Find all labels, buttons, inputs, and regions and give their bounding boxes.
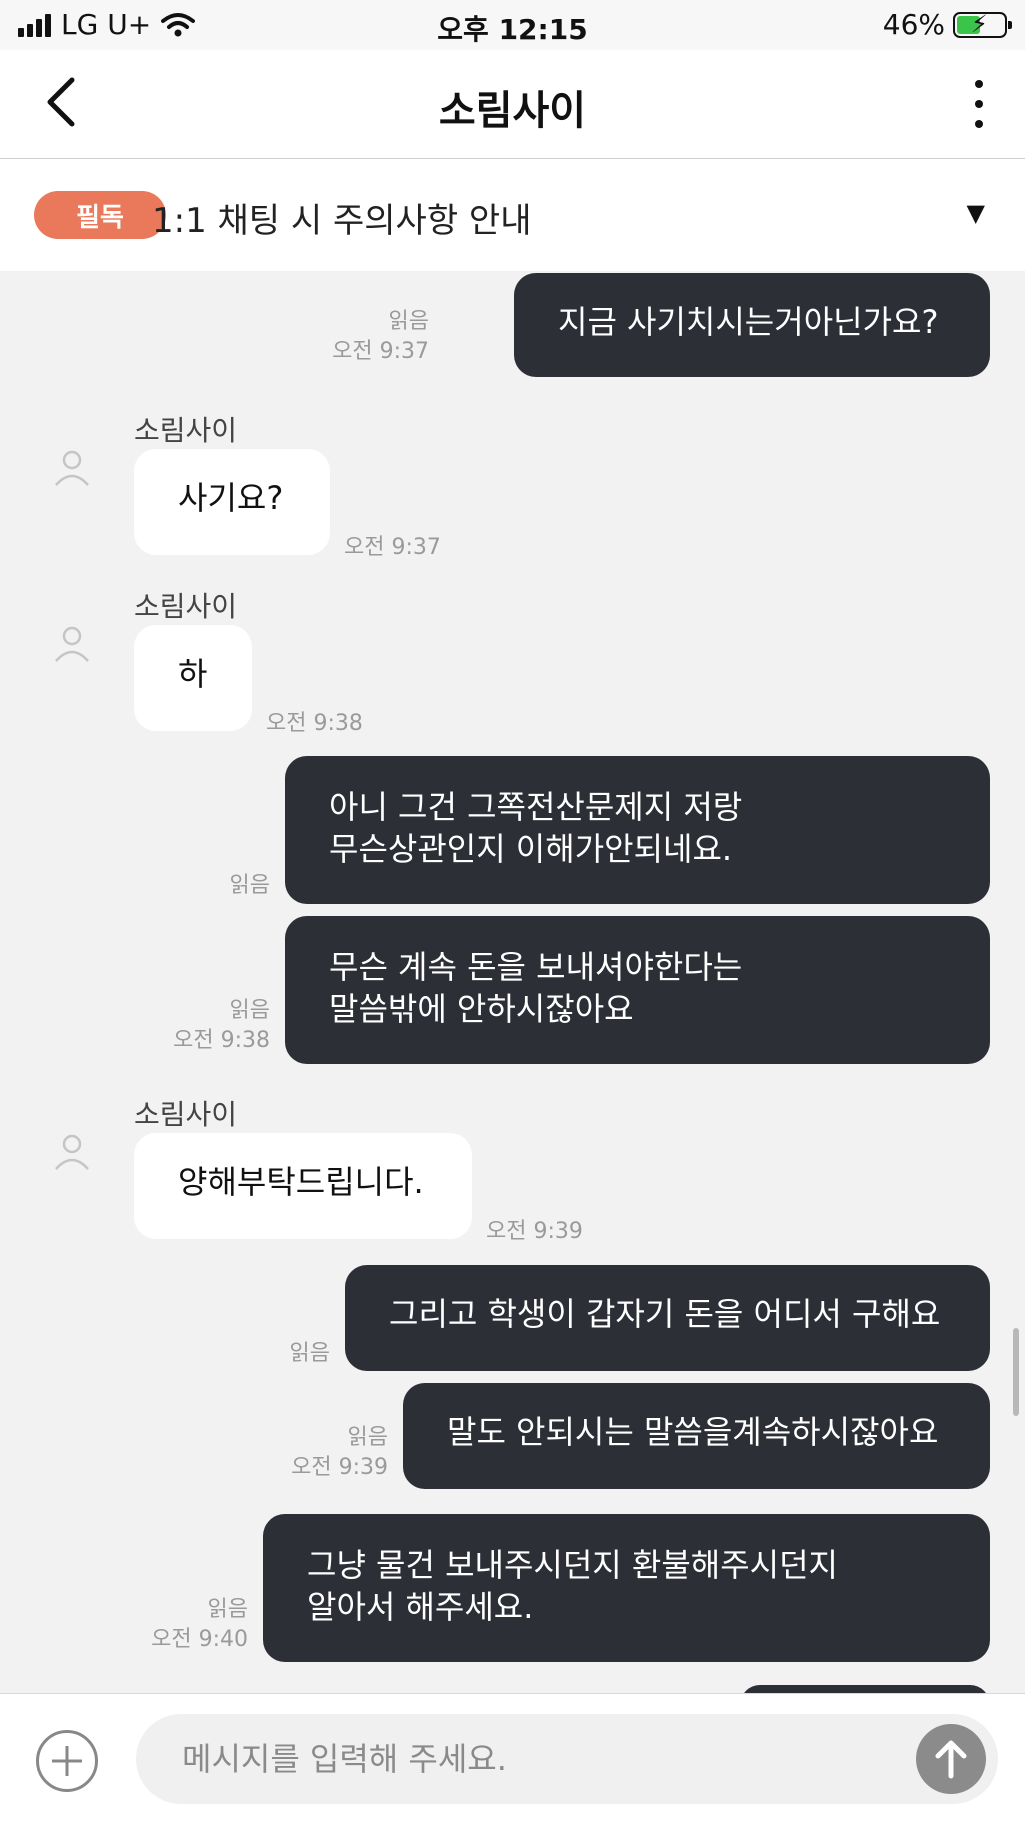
must-read-badge: 필독	[34, 191, 166, 239]
send-button[interactable]	[916, 1724, 986, 1794]
input-bar	[0, 1693, 1025, 1823]
outgoing-message[interactable]: 지금 사기치시는거아닌가요?	[514, 273, 990, 377]
chat-area[interactable]: 지금 사기치시는거아닌가요? 읽음 오전 9:37 소림사이 사기요? 오전 9…	[0, 271, 1025, 1693]
read-receipt: 읽음	[289, 1341, 330, 1366]
user-icon[interactable]	[52, 1131, 92, 1171]
read-receipt: 읽음	[207, 1597, 248, 1622]
outgoing-message[interactable]: 그냥 물건 보내주시던지 환불해주시던지 알아서 해주세요.	[263, 1514, 990, 1662]
message-text: 양해부탁드립니다.	[178, 1163, 424, 1201]
message-text: 무슨 계속 돈을 보내셔야한다는	[329, 948, 743, 986]
timestamp: 오전 9:40	[151, 1627, 248, 1652]
message-meta: 읽음 오전 9:39	[291, 1423, 388, 1483]
message-text: 알아서 해주세요.	[307, 1588, 534, 1626]
outgoing-message[interactable]: 그리고 학생이 갑자기 돈을 어디서 구해요	[345, 1265, 990, 1371]
message-meta: 읽음 오전 9:37	[332, 307, 429, 367]
battery-percent: 46%	[882, 8, 945, 41]
timestamp: 오전 9:39	[486, 1219, 583, 1244]
timestamp: 오전 9:38	[173, 1028, 270, 1053]
message-meta: 읽음	[230, 871, 270, 901]
message-meta: 읽음 오전 9:38	[173, 996, 270, 1056]
battery-icon: ⚡	[953, 10, 1012, 38]
read-receipt: 읽음	[347, 1425, 388, 1450]
chat-header: 소림사이	[0, 50, 1025, 159]
notice-text: 1:1 채팅 시 주의사항 안내	[152, 201, 532, 241]
page-title: 소림사이	[438, 88, 587, 134]
outgoing-message[interactable]: 아니 그건 그쪽전산문제지 저랑 무슨상관인지 이해가안되네요.	[285, 756, 990, 904]
incoming-message[interactable]: 사기요?	[134, 449, 330, 555]
timestamp: 오전 9:38	[266, 711, 363, 736]
message-text: 지금 사기치시는거아닌가요?	[558, 303, 939, 341]
notice-banner[interactable]: 필독 1:1 채팅 시 주의사항 안내 ▼	[0, 159, 1025, 271]
more-options-button[interactable]	[967, 76, 991, 132]
status-bar: LG U+ 오후 12:15 46% ⚡	[0, 0, 1025, 50]
scrollbar[interactable]	[1013, 1328, 1019, 1416]
chevron-down-icon[interactable]: ▼	[967, 199, 985, 227]
clock: 오후 12:15	[437, 13, 588, 46]
message-text: 하	[178, 655, 208, 693]
message-input[interactable]	[136, 1714, 998, 1804]
user-icon[interactable]	[52, 623, 92, 663]
message-text: 그리고 학생이 갑자기 돈을 어디서 구해요	[389, 1295, 941, 1333]
incoming-message[interactable]: 하	[134, 625, 252, 731]
message-meta: 읽음	[290, 1339, 330, 1369]
message-text: 그냥 물건 보내주시던지 환불해주시던지	[307, 1546, 838, 1584]
message-text: 말씀밖에 안하시잖아요	[329, 990, 634, 1028]
read-receipt: 읽음	[388, 309, 429, 334]
user-icon[interactable]	[52, 447, 92, 487]
sender-name: 소림사이	[134, 414, 238, 447]
read-receipt: 읽음	[229, 998, 270, 1023]
message-text: 말도 안되시는 말씀을계속하시잖아요	[447, 1413, 939, 1451]
read-receipt: 읽음	[229, 873, 270, 898]
status-right: 46% ⚡	[882, 8, 1012, 41]
incoming-message[interactable]: 양해부탁드립니다.	[134, 1133, 472, 1239]
timestamp: 오전 9:37	[344, 535, 441, 560]
message-text: 아니 그건 그쪽전산문제지 저랑	[329, 788, 743, 826]
plus-circle-icon[interactable]	[36, 1730, 98, 1792]
timestamp: 오전 9:39	[291, 1455, 388, 1480]
message-text: 사기요?	[178, 479, 284, 517]
message-text: 무슨상관인지 이해가안되네요.	[329, 830, 733, 868]
outgoing-message[interactable]: 무슨 계속 돈을 보내셔야한다는 말씀밖에 안하시잖아요	[285, 916, 990, 1064]
outgoing-message[interactable]: 말도 안되시는 말씀을계속하시잖아요	[403, 1383, 990, 1489]
sender-name: 소림사이	[134, 1098, 238, 1131]
sender-name: 소림사이	[134, 590, 238, 623]
timestamp: 오전 9:37	[332, 339, 429, 364]
message-meta: 읽음 오전 9:40	[151, 1595, 248, 1655]
